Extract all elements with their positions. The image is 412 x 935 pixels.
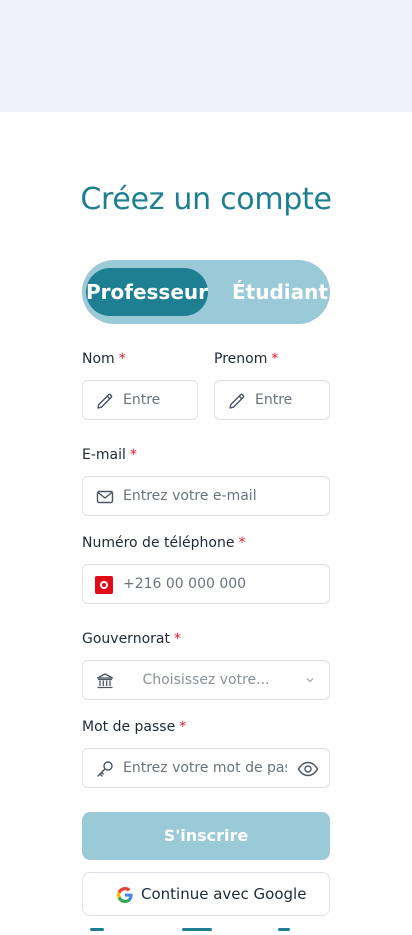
pencil-icon <box>229 393 245 409</box>
gouvernorat-select[interactable]: Choisissez votre... <box>82 660 330 700</box>
prenom-label: Prenom * <box>214 351 278 367</box>
role-toggle[interactable]: Professeur Étudiant <box>82 260 330 324</box>
chevron-down-icon <box>306 678 314 683</box>
password-input[interactable]: Entrez votre mot de pas <box>123 749 287 787</box>
gouvernorat-label: Gouvernorat * <box>82 631 181 647</box>
required-mark: * <box>118 351 126 367</box>
gouvernorat-label-text: Gouvernorat <box>82 631 170 647</box>
phone-field[interactable]: +216 00 000 000 <box>82 564 330 604</box>
nom-field[interactable]: Entre <box>82 380 198 420</box>
required-mark: * <box>271 351 279 367</box>
mail-icon <box>96 490 114 504</box>
google-signin-button[interactable]: Continue avec Google <box>82 872 330 916</box>
password-label: Mot de passe * <box>82 719 186 735</box>
google-icon <box>117 887 133 903</box>
building-icon <box>96 673 114 689</box>
prenom-field[interactable]: Entre <box>214 380 330 420</box>
google-signin-label: Continue avec Google <box>141 885 307 903</box>
nom-label-text: Nom <box>82 351 115 367</box>
nom-label: Nom * <box>82 351 126 367</box>
password-label-text: Mot de passe <box>82 719 176 735</box>
pencil-icon <box>97 393 113 409</box>
key-icon <box>97 761 113 777</box>
password-field[interactable]: Entrez votre mot de pas <box>82 748 330 788</box>
email-label: E-mail * <box>82 447 137 463</box>
tunisia-flag-icon[interactable] <box>95 576 113 594</box>
required-mark: * <box>179 719 187 735</box>
prenom-input[interactable]: Entre <box>255 381 292 419</box>
footer-links-partial <box>82 928 330 935</box>
footer-link-fragment <box>278 928 290 931</box>
nom-input[interactable]: Entre <box>123 381 160 419</box>
role-option-professeur[interactable]: Professeur <box>86 268 208 316</box>
page-title: Créez un compte <box>80 182 332 217</box>
required-mark: * <box>129 447 137 463</box>
email-label-text: E-mail <box>82 447 126 463</box>
phone-label: Numéro de téléphone * <box>82 535 245 551</box>
gouvernorat-value: Choisissez votre... <box>142 672 270 688</box>
footer-link-fragment <box>182 928 212 931</box>
eye-icon[interactable] <box>297 759 319 779</box>
phone-input[interactable]: +216 00 000 000 <box>123 565 246 603</box>
prenom-label-text: Prenom <box>214 351 268 367</box>
required-mark: * <box>173 631 181 647</box>
signup-button[interactable]: S'inscrire <box>82 812 330 860</box>
footer-link-fragment <box>90 928 104 931</box>
phone-label-text: Numéro de téléphone <box>82 535 235 551</box>
header-band <box>0 0 412 112</box>
required-mark: * <box>238 535 246 551</box>
email-input[interactable]: Entrez votre e-mail <box>123 477 257 515</box>
role-option-etudiant[interactable]: Étudiant <box>232 268 328 316</box>
email-field[interactable]: Entrez votre e-mail <box>82 476 330 516</box>
